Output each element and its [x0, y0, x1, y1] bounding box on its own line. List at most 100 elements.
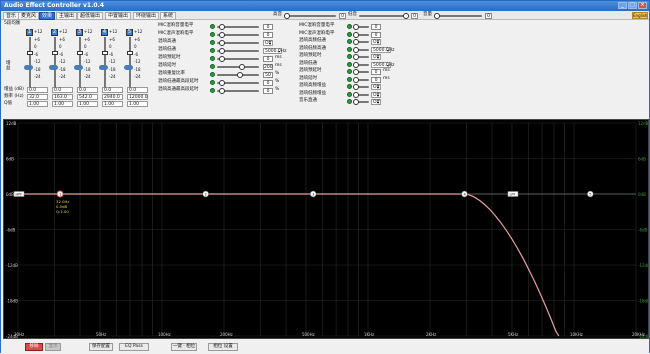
mid-param-slider[interactable]: [217, 24, 259, 30]
tab-center-out[interactable]: 中置输出: [105, 12, 132, 20]
eq-row-2-cell-4[interactable]: 1.00: [102, 101, 123, 107]
eq-row-0-cell-1[interactable]: 0.0: [27, 87, 48, 93]
volume-value[interactable]: 0: [485, 13, 492, 19]
right-power-icon[interactable]: [347, 54, 352, 59]
maximize-button[interactable]: □: [628, 2, 637, 9]
tab-sub-out[interactable]: 超低输出: [77, 12, 104, 20]
eq-channel-4-slider[interactable]: [102, 37, 108, 87]
one-key-phase-button[interactable]: 一键 · 相位: [171, 343, 197, 351]
eq-channel-5-checkbox[interactable]: 5: [126, 29, 133, 36]
right-param-select[interactable]: Off: [371, 54, 381, 60]
right-param-slider[interactable]: [353, 31, 369, 38]
mid-param-value[interactable]: 0: [263, 32, 273, 38]
right-power-icon[interactable]: [347, 61, 352, 67]
right-power-icon[interactable]: [347, 31, 352, 37]
mid-param-value[interactable]: 0: [263, 56, 273, 62]
right-power-icon[interactable]: [347, 76, 352, 82]
mid-param-slider[interactable]: [217, 56, 259, 62]
mid-power-icon[interactable]: [210, 64, 215, 69]
eq-channel-3-slider[interactable]: [77, 37, 83, 87]
right-param-slider[interactable]: [353, 91, 369, 98]
right-param-value[interactable]: 0: [371, 69, 381, 75]
right-power-icon[interactable]: [347, 24, 352, 29]
eq-channel-4-checkbox[interactable]: 4: [101, 29, 108, 36]
eq-row-1-cell-1[interactable]: 32.0: [27, 94, 48, 100]
eq-channel-2-phase-toggle[interactable]: [49, 65, 58, 70]
eq-channel-4-phase-toggle[interactable]: [99, 65, 108, 70]
eq-row-0-cell-4[interactable]: 0.0: [102, 87, 123, 93]
mid-power-icon[interactable]: [210, 72, 215, 77]
phase-settings-button[interactable]: 相位 设置: [208, 343, 238, 351]
mid-param-value[interactable]: 0: [263, 80, 273, 86]
eq-row-0-cell-5[interactable]: 0.0: [127, 87, 148, 93]
eq-row-1-cell-3[interactable]: 542.0: [77, 94, 98, 100]
show-button[interactable]: 显示: [45, 343, 61, 351]
right-param-select[interactable]: 5000.0Hz: [371, 46, 395, 53]
right-param-slider[interactable]: [353, 46, 369, 53]
eq-channel-3-phase-toggle[interactable]: [74, 65, 83, 70]
mid-power-icon[interactable]: [210, 88, 215, 93]
mid-power-icon[interactable]: [210, 48, 215, 53]
mid-power-icon[interactable]: [210, 80, 215, 85]
right-param-slider[interactable]: [353, 61, 369, 68]
save-config-button[interactable]: 保存配置: [89, 343, 113, 351]
mid-param-slider[interactable]: [217, 88, 259, 94]
tab-mic[interactable]: 麦克风: [18, 12, 40, 20]
right-param-select[interactable]: Off: [371, 91, 381, 98]
right-param-select[interactable]: 5000.0Hz: [371, 61, 395, 68]
eq-row-2-cell-5[interactable]: 1.00: [127, 101, 148, 107]
tab-surround-out[interactable]: 环绕输出: [133, 12, 160, 20]
right-power-icon[interactable]: [347, 69, 352, 74]
mid-param-slider[interactable]: [217, 80, 259, 86]
mid-param-value[interactable]: 0: [263, 88, 273, 94]
right-param-slider[interactable]: [353, 54, 369, 60]
right-power-icon[interactable]: [347, 39, 352, 44]
mid-param-value[interactable]: 50: [263, 72, 273, 78]
tab-effect[interactable]: 效果: [39, 12, 56, 20]
eq-channel-1-phase-toggle[interactable]: [24, 65, 33, 70]
eq-row-1-cell-5[interactable]: 12000.0: [127, 94, 148, 100]
right-param-slider[interactable]: [353, 24, 369, 30]
right-param-slider[interactable]: [353, 76, 369, 83]
mid-power-icon[interactable]: [210, 32, 215, 37]
right-param-value[interactable]: 0: [371, 31, 381, 38]
right-param-slider[interactable]: [353, 99, 369, 105]
filter-tag-label[interactable]: LPF: [509, 193, 515, 197]
right-param-select[interactable]: Off: [371, 84, 381, 90]
mid-power-icon[interactable]: [210, 24, 215, 29]
eq-channel-2-checkbox[interactable]: 2: [51, 29, 58, 36]
mid-param-slider[interactable]: [217, 72, 259, 78]
tab-system[interactable]: 系统: [160, 12, 177, 20]
mid-param-select[interactable]: Off: [263, 40, 273, 46]
right-param-slider[interactable]: [353, 84, 369, 90]
right-power-icon[interactable]: [347, 46, 352, 52]
right-power-icon[interactable]: [347, 84, 352, 89]
mid-power-icon[interactable]: [210, 56, 215, 61]
close-button[interactable]: ×: [638, 2, 647, 9]
mid-param-slider[interactable]: [217, 48, 259, 54]
right-param-select[interactable]: Off: [371, 39, 381, 45]
eq-channel-1-checkbox[interactable]: 1: [26, 29, 33, 36]
mid-param-slider[interactable]: [217, 40, 259, 46]
filter-tag-label[interactable]: HPF: [16, 193, 23, 197]
remove-button[interactable]: 移除: [25, 343, 43, 351]
eq-channel-5-phase-toggle[interactable]: [124, 65, 133, 70]
right-param-value[interactable]: 0: [371, 76, 381, 83]
tab-main-out[interactable]: 主输出: [56, 12, 78, 20]
eq-row-1-cell-4[interactable]: 2940.0: [102, 94, 123, 100]
eq-row-0-cell-3[interactable]: 0.0: [77, 87, 98, 93]
eq-channel-2-slider[interactable]: [52, 37, 58, 87]
right-param-value[interactable]: 0: [371, 24, 381, 30]
eq-channel-5-slider[interactable]: [127, 37, 133, 87]
right-param-select[interactable]: Off: [371, 99, 381, 105]
treble-slider[interactable]: [284, 13, 336, 19]
mid-param-value[interactable]: 200: [263, 64, 273, 70]
eq-pass-button[interactable]: EQ Pass: [119, 343, 149, 351]
frequency-response-graph[interactable]: 12dB 12dB 6dB 6dB 0dB 0dB -6dB -6dB -12dB -12dB -1…: [3, 119, 650, 339]
eq-row-2-cell-3[interactable]: 1.00: [77, 101, 98, 107]
mid-param-slider[interactable]: [217, 32, 259, 38]
mid-param-select[interactable]: 5000.0Hz: [263, 48, 287, 54]
eq-row-2-cell-1[interactable]: 1.00: [27, 101, 48, 107]
eq-channel-3-checkbox[interactable]: 3: [76, 29, 83, 36]
eq-row-2-cell-2[interactable]: 1.00: [52, 101, 73, 107]
